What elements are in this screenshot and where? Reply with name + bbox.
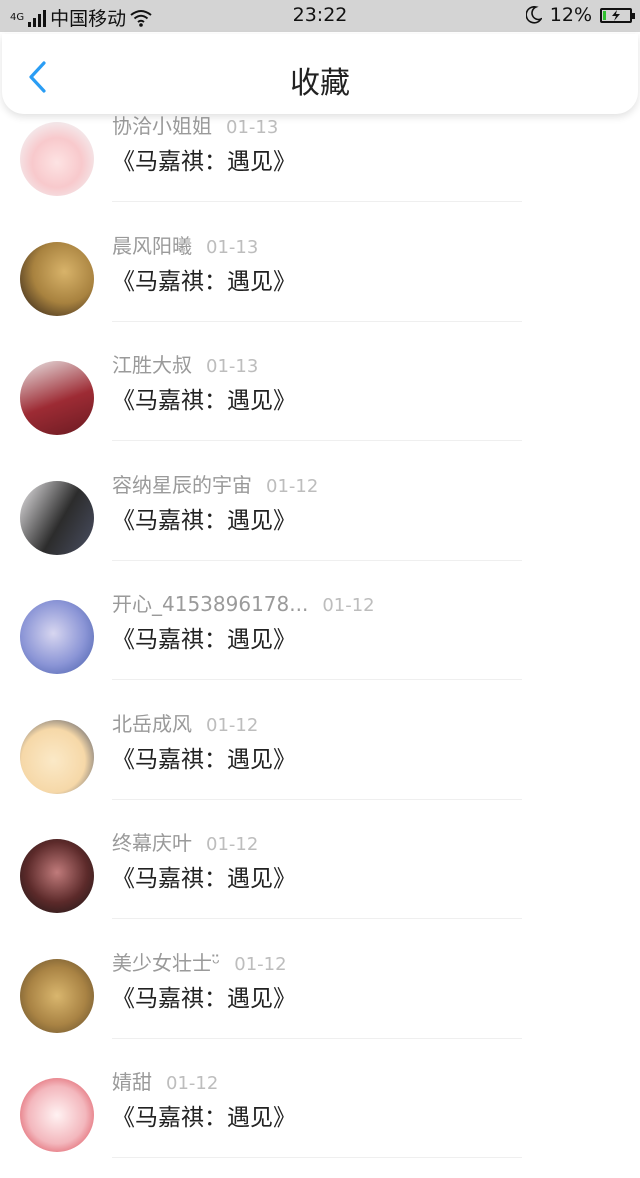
- item-meta: 婧甜 01-12: [112, 1066, 218, 1095]
- divider: [112, 918, 522, 919]
- avatar[interactable]: [20, 361, 94, 435]
- item-date: 01-13: [206, 356, 259, 377]
- username[interactable]: 协洽小姐姐: [112, 114, 212, 138]
- avatar[interactable]: [20, 122, 94, 196]
- avatar[interactable]: [20, 958, 94, 1033]
- item-title[interactable]: 《马嘉祺：遇见》: [112, 979, 296, 1013]
- username[interactable]: 容纳星辰的宇宙: [112, 473, 252, 497]
- item-title[interactable]: 《马嘉祺：遇见》: [112, 740, 296, 774]
- item-date: 01-12: [234, 953, 287, 975]
- item-meta: 北岳成风 01-12: [112, 708, 258, 737]
- status-bar: 4G 中国移动 23:22 12%: [0, 0, 640, 32]
- item-title[interactable]: 《马嘉祺：遇见》: [112, 1098, 296, 1132]
- username[interactable]: 江胜大叔: [112, 353, 192, 377]
- item-date: 01-13: [226, 117, 279, 138]
- item-date: 01-12: [322, 595, 375, 616]
- item-title[interactable]: 《马嘉祺：遇见》: [112, 381, 296, 415]
- item-title[interactable]: 《马嘉祺：遇见》: [112, 859, 296, 893]
- avatar[interactable]: [20, 1078, 94, 1152]
- list-item[interactable]: 婧甜 01-12 《马嘉祺：遇见》: [0, 1058, 640, 1178]
- divider: [112, 679, 522, 680]
- battery-level: [603, 10, 607, 20]
- list-item[interactable]: 北岳成风 01-12 《马嘉祺：遇见》: [0, 700, 640, 820]
- item-meta: 协洽小姐姐 01-13: [112, 110, 278, 139]
- username[interactable]: 晨风阳曦: [112, 234, 192, 258]
- username[interactable]: 北岳成风: [112, 712, 192, 736]
- item-date: 01-12: [166, 1073, 219, 1094]
- item-date: 01-12: [266, 475, 319, 497]
- item-date: 01-13: [206, 236, 259, 258]
- list-item[interactable]: 江胜大叔 01-13 《马嘉祺：遇见》: [0, 341, 640, 461]
- username[interactable]: 开心_4153896178...: [112, 592, 308, 616]
- username[interactable]: 终幕庆叶: [112, 831, 192, 855]
- list-item[interactable]: 开心_4153896178... 01-12 《马嘉祺：遇见》: [0, 580, 640, 700]
- moon-icon: [525, 6, 542, 24]
- username[interactable]: 婧甜: [112, 1070, 152, 1094]
- list-item[interactable]: 终幕庆叶 01-12 《马嘉祺：遇见》: [0, 819, 640, 939]
- item-title[interactable]: 《马嘉祺：遇见》: [112, 262, 296, 296]
- charging-icon: [612, 9, 620, 21]
- battery-icon: [600, 7, 635, 23]
- status-right: 12%: [525, 4, 635, 26]
- divider: [112, 798, 522, 800]
- item-title[interactable]: 《马嘉祺：遇见》: [112, 501, 296, 535]
- avatar[interactable]: [20, 719, 94, 794]
- list-item[interactable]: 容纳星辰的宇宙 01-12 《马嘉祺：遇见》: [0, 461, 640, 581]
- divider: [112, 1037, 522, 1039]
- divider: [112, 559, 522, 561]
- battery-percent: 12%: [549, 4, 592, 26]
- divider: [112, 320, 522, 322]
- list-item[interactable]: 美少女壮士ᵕ̈ 01-12 《马嘉祺：遇见》: [0, 939, 640, 1059]
- item-title[interactable]: 《马嘉祺：遇见》: [112, 620, 296, 654]
- avatar[interactable]: [20, 600, 94, 674]
- item-date: 01-12: [206, 714, 259, 736]
- divider: [112, 201, 522, 202]
- avatar[interactable]: [20, 241, 94, 316]
- avatar[interactable]: [20, 839, 94, 913]
- list-item[interactable]: 晨风阳曦 01-13 《马嘉祺：遇见》: [0, 222, 640, 342]
- avatar[interactable]: [20, 480, 94, 555]
- item-meta: 江胜大叔 01-13: [112, 349, 258, 378]
- item-meta: 开心_4153896178... 01-12: [112, 588, 375, 617]
- item-title[interactable]: 《马嘉祺：遇见》: [112, 142, 296, 176]
- list-item[interactable]: 协洽小姐姐 01-13 《马嘉祺：遇见》: [0, 102, 640, 222]
- item-meta: 终幕庆叶 01-12: [112, 827, 258, 856]
- item-meta: 容纳星辰的宇宙 01-12: [112, 469, 318, 498]
- page-title: 收藏: [290, 66, 350, 101]
- nav-header: 收藏: [2, 34, 638, 114]
- username[interactable]: 美少女壮士ᵕ̈: [112, 951, 220, 975]
- divider: [112, 440, 522, 441]
- item-meta: 晨风阳曦 01-13: [112, 230, 258, 259]
- divider: [112, 1157, 522, 1158]
- item-date: 01-12: [206, 834, 259, 855]
- item-meta: 美少女壮士ᵕ̈ 01-12: [112, 947, 287, 976]
